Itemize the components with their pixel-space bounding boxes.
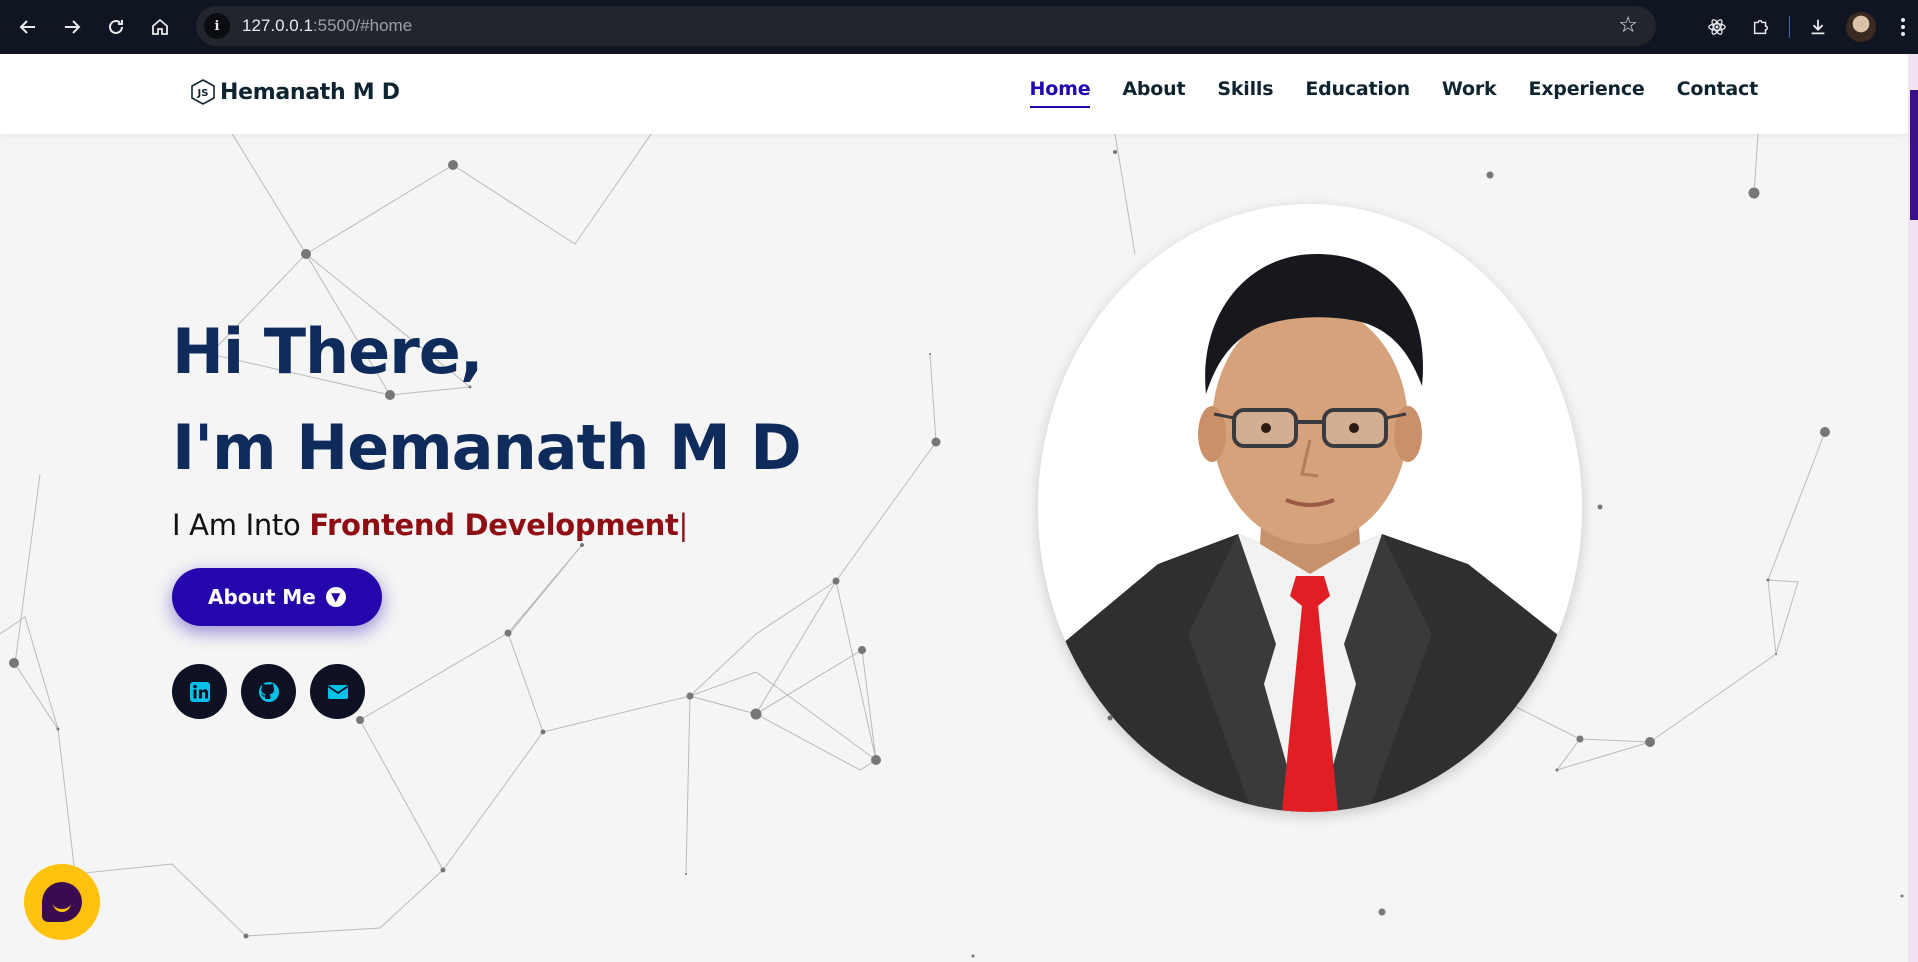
logo-text: Hemanath M D [220, 79, 400, 105]
hero-greeting: Hi There, [172, 315, 483, 388]
nav-work[interactable]: Work [1442, 78, 1497, 108]
about-me-label: About Me [208, 585, 316, 609]
site-header: JS Hemanath M D Home About Skills Educat… [0, 54, 1908, 134]
arrow-down-circle-icon: ▼ [325, 587, 346, 607]
scrollbar-thumb[interactable] [1910, 90, 1918, 220]
profile-photo [1038, 204, 1582, 812]
info-icon[interactable]: i [204, 13, 230, 39]
nav-skills[interactable]: Skills [1217, 78, 1273, 108]
chat-icon [42, 882, 82, 922]
linkedin-link[interactable] [172, 664, 227, 719]
social-links [172, 664, 801, 719]
chat-widget-button[interactable] [24, 864, 100, 940]
github-icon [258, 681, 279, 702]
reload-icon[interactable] [94, 5, 138, 49]
nav-about[interactable]: About [1122, 78, 1185, 108]
github-link[interactable] [241, 664, 296, 719]
home-icon[interactable] [138, 5, 182, 49]
download-icon[interactable] [1796, 5, 1840, 49]
typed-prefix: I Am Into [172, 508, 310, 542]
nav-home[interactable]: Home [1029, 78, 1091, 108]
address-bar[interactable]: i 127.0.0.1:5500/#home ☆ [196, 6, 1656, 46]
profile-avatar[interactable] [1846, 12, 1876, 42]
email-link[interactable] [310, 664, 365, 719]
nav-contact[interactable]: Contact [1677, 78, 1759, 108]
typed-cursor: | [678, 508, 689, 542]
puzzle-extension-icon[interactable] [1739, 5, 1783, 49]
svg-text:JS: JS [197, 88, 209, 99]
hero-name: I'm Hemanath M D [172, 411, 802, 484]
page-scrollbar[interactable] [1908, 54, 1918, 962]
nav-experience[interactable]: Experience [1528, 78, 1644, 108]
hero-content: Hi There, I'm Hemanath M D I Am Into Fro… [172, 304, 802, 719]
linkedin-icon [189, 681, 210, 702]
site-logo[interactable]: JS Hemanath M D [190, 78, 400, 106]
browser-actions [1695, 0, 1918, 54]
back-icon[interactable] [6, 5, 50, 49]
nav-education[interactable]: Education [1305, 78, 1410, 108]
toolbar-separator [1789, 16, 1790, 38]
about-me-button[interactable]: About Me ▼ [172, 568, 382, 626]
js-hexagon-icon: JS [191, 79, 215, 105]
email-icon [327, 684, 348, 699]
more-icon[interactable] [1888, 5, 1918, 49]
atom-extension-icon[interactable] [1695, 5, 1739, 49]
typed-tagline: I Am Into Frontend Development| [172, 508, 801, 542]
forward-icon[interactable] [50, 5, 94, 49]
url-text[interactable]: 127.0.0.1:5500/#home [242, 16, 412, 36]
browser-toolbar: i 127.0.0.1:5500/#home ☆ [0, 0, 1918, 54]
page-viewport: JS Hemanath M D Home About Skills Educat… [0, 54, 1908, 962]
main-nav: Home About Skills Education Work Experie… [1029, 78, 1759, 108]
star-icon[interactable]: ☆ [1618, 14, 1638, 38]
typed-role: Frontend Development [309, 508, 679, 542]
